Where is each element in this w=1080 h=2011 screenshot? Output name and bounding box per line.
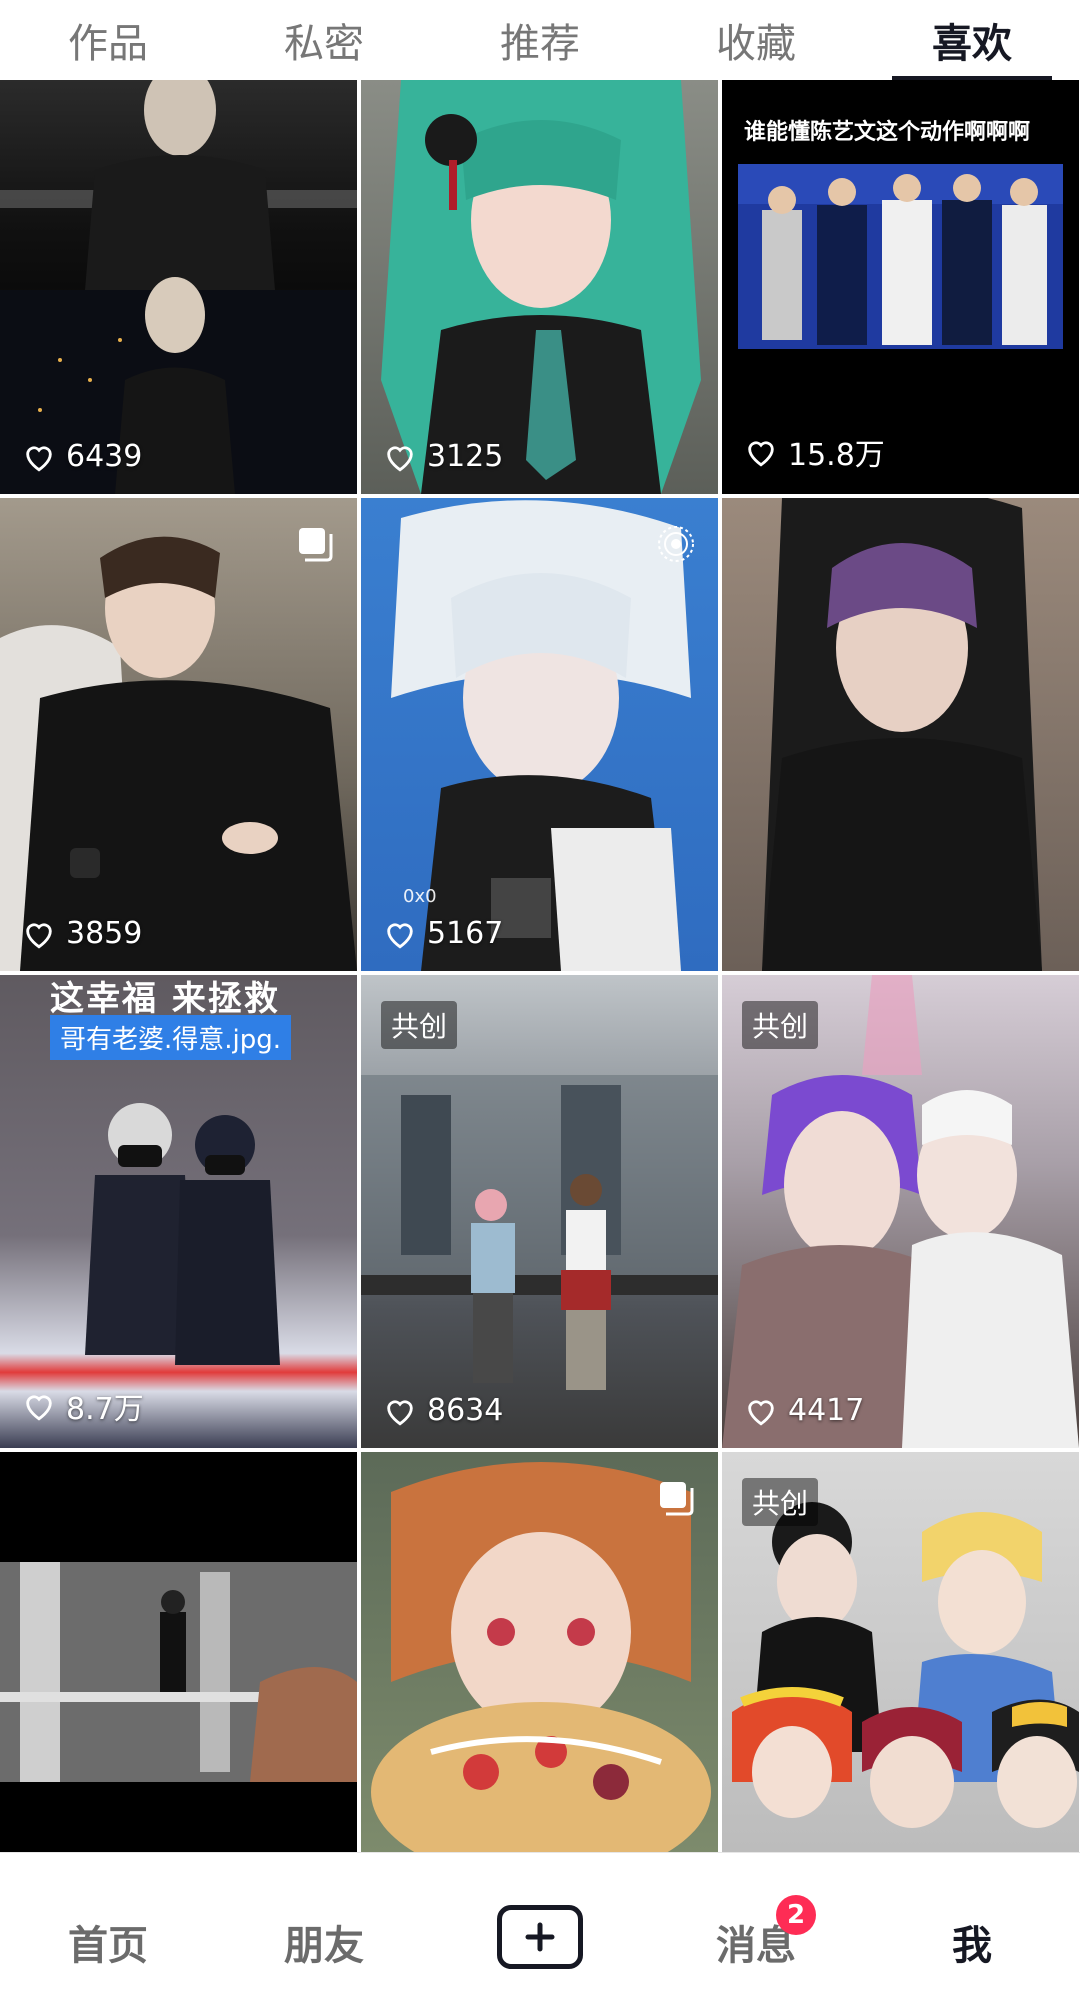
- multi-image-icon: [660, 1482, 694, 1516]
- like-count-text: 5167: [427, 916, 504, 951]
- heart-icon: [387, 922, 413, 948]
- like-count: 5167: [383, 916, 503, 951]
- video-thumbnail[interactable]: 6439: [0, 80, 357, 494]
- like-count-text: 3125: [427, 439, 504, 474]
- live-photo-icon: [658, 526, 694, 562]
- video-thumbnail[interactable]: 共创 4417: [722, 975, 1079, 1448]
- tab-works[interactable]: 作品: [0, 0, 216, 80]
- video-thumbnail[interactable]: 共创: [722, 1452, 1079, 1852]
- collab-badge: 共创: [742, 1478, 819, 1526]
- thumbnail-art: [0, 536, 357, 971]
- nav-friends[interactable]: 朋友: [216, 1913, 432, 1971]
- message-count-badge: 2: [776, 1895, 816, 1935]
- like-count: 3125: [383, 439, 503, 474]
- like-count-text: 15.8万: [788, 438, 885, 473]
- nav-me[interactable]: 我: [864, 1913, 1080, 1971]
- like-count-text: 4417: [788, 1393, 865, 1428]
- video-thumbnail[interactable]: 谁能懂陈艺文这个动作啊啊啊 15.8万: [722, 80, 1079, 494]
- collab-badge: 共创: [381, 1001, 458, 1049]
- like-count-text: 8.7万: [66, 1392, 144, 1427]
- heart-icon: [26, 445, 52, 471]
- heart-icon: [748, 441, 774, 467]
- screen: 作品 私密 推荐 收藏 喜欢 6439 3125 谁能懂陈艺文这个动作啊啊啊 1…: [0, 0, 1080, 2011]
- video-grid: 6439 3125 谁能懂陈艺文这个动作啊啊啊 15.8万 3859 0x0 5…: [0, 80, 1080, 1852]
- overlay-text: 0x0: [403, 886, 437, 907]
- thumbnail-art: [0, 1562, 357, 1782]
- nav-create[interactable]: [432, 1905, 648, 1969]
- thumbnail-art: [0, 80, 357, 494]
- like-count: 6439: [22, 439, 142, 474]
- like-count: 8.7万: [22, 1384, 144, 1428]
- collab-badge: 共创: [742, 1001, 819, 1049]
- like-count: 4417: [744, 1393, 864, 1428]
- thumbnail-art: [762, 498, 1042, 971]
- tab-likes[interactable]: 喜欢: [864, 0, 1080, 80]
- like-count: 3859: [22, 916, 142, 951]
- nav-home[interactable]: 首页: [0, 1913, 216, 1971]
- like-count-text: 3859: [66, 916, 143, 951]
- like-count-text: 6439: [66, 439, 143, 474]
- thumbnail-art: [381, 80, 701, 494]
- tab-private[interactable]: 私密: [216, 0, 432, 80]
- heart-icon: [26, 1395, 52, 1421]
- tab-recommend[interactable]: 推荐: [432, 0, 648, 80]
- bottom-nav: 首页 朋友 消息 2 我: [0, 1852, 1080, 2011]
- plus-icon-glyph: [525, 1922, 555, 1952]
- heart-icon: [387, 1399, 413, 1425]
- heart-icon: [387, 445, 413, 471]
- video-thumbnail[interactable]: [361, 1452, 718, 1852]
- video-thumbnail[interactable]: 3125: [361, 80, 718, 494]
- heart-icon: [26, 922, 52, 948]
- nav-messages[interactable]: 消息 2: [648, 1895, 864, 1971]
- video-thumbnail[interactable]: 共创 8634: [361, 975, 718, 1448]
- multi-image-icon: [299, 528, 333, 562]
- video-thumbnail[interactable]: [0, 1452, 357, 1852]
- like-count-text: 8634: [427, 1393, 504, 1428]
- profile-tabs: 作品 私密 推荐 收藏 喜欢: [0, 0, 1080, 80]
- video-thumbnail[interactable]: 0x0 5167: [361, 498, 718, 971]
- video-thumbnail[interactable]: [722, 498, 1079, 971]
- plus-icon[interactable]: [497, 1905, 583, 1969]
- video-thumbnail[interactable]: 这幸福 来拯救 哥有老婆.得意.jpg. 8.7万: [0, 975, 357, 1448]
- tab-favorites[interactable]: 收藏: [648, 0, 864, 80]
- video-thumbnail[interactable]: 3859: [0, 498, 357, 971]
- heart-icon: [748, 1399, 774, 1425]
- thumbnail-art: [85, 1103, 280, 1365]
- like-count: 15.8万: [744, 430, 885, 474]
- like-count: 8634: [383, 1393, 503, 1428]
